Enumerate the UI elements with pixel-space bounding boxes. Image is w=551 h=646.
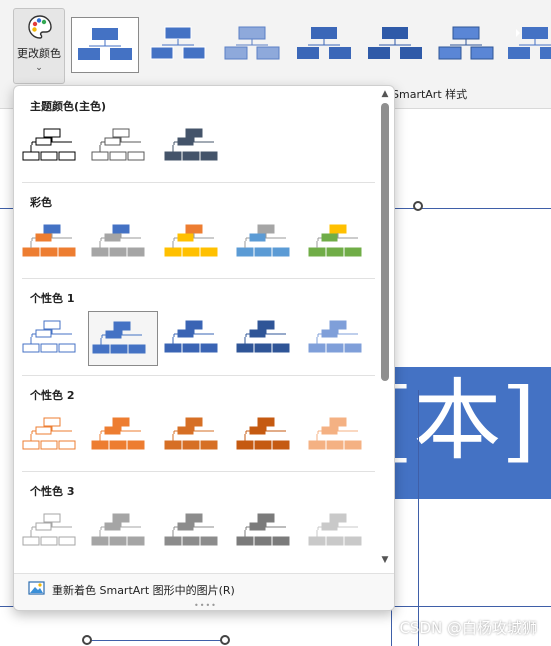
recolor-picture-icon [28, 581, 45, 595]
color-option[interactable] [88, 504, 158, 559]
org-chart-icon [22, 320, 76, 353]
smartart-styles-group-label: SmartArt 样式 [392, 88, 468, 101]
org-chart-icon [22, 513, 76, 546]
connector-line [86, 640, 226, 641]
style-gallery-item-5[interactable] [362, 17, 430, 73]
color-section-title: 彩色 [30, 196, 52, 209]
style-gallery-item-2[interactable] [145, 17, 213, 73]
scroll-up-arrow-icon[interactable]: ▲ [378, 88, 392, 100]
color-option[interactable] [88, 311, 158, 366]
section-separator [22, 182, 375, 183]
color-section-title: 个性色 2 [30, 389, 75, 402]
resize-grip-icon[interactable]: •••• [194, 601, 217, 610]
color-option[interactable] [305, 408, 375, 463]
color-option[interactable] [88, 408, 158, 463]
org-chart-icon [22, 224, 76, 257]
org-chart-icon [308, 320, 362, 353]
recolor-pictures-menu-item[interactable]: 重新着色 SmartArt 图形中的图片(R) [22, 577, 377, 601]
smartart-top-shape[interactable]: [本] [393, 367, 551, 499]
org-chart-icon [164, 513, 218, 546]
chevron-down-icon: ⌄ [35, 63, 43, 73]
resize-handle[interactable] [413, 201, 423, 211]
color-option[interactable] [88, 215, 158, 270]
org-chart-icon [297, 27, 351, 59]
color-option[interactable] [233, 504, 303, 559]
color-option[interactable] [305, 311, 375, 366]
org-chart-icon [91, 128, 145, 161]
color-option[interactable] [161, 408, 231, 463]
color-option[interactable] [19, 119, 89, 174]
org-chart-icon [164, 417, 218, 450]
change-colors-label: 更改颜色 [17, 47, 61, 60]
org-chart-icon [78, 28, 132, 60]
color-option[interactable] [233, 311, 303, 366]
color-option[interactable] [161, 119, 231, 174]
color-section-title: 个性色 1 [30, 292, 75, 305]
org-chart-icon [150, 26, 206, 60]
dropdown-footer: 重新着色 SmartArt 图形中的图片(R) •••• [14, 573, 394, 610]
color-option[interactable] [19, 504, 89, 559]
color-section-title: 个性色 3 [30, 485, 75, 498]
org-chart-icon [22, 128, 76, 161]
section-separator [22, 278, 375, 279]
org-chart-icon [164, 320, 218, 353]
color-option[interactable] [233, 408, 303, 463]
org-chart-icon [236, 513, 290, 546]
color-option[interactable] [161, 504, 231, 559]
org-chart-icon [236, 417, 290, 450]
change-colors-dropdown: 主题颜色(主色) 彩色个性色 1 个性色 2 个性色 3 ▲ ▼ 重新着色 Smart… [13, 85, 395, 611]
org-chart-icon [92, 321, 146, 354]
style-gallery-item-4[interactable] [291, 17, 359, 73]
shape-text: [本] [393, 369, 536, 472]
org-chart-icon [91, 224, 145, 257]
style-gallery-item-7[interactable] [502, 17, 551, 73]
connector-line [418, 390, 419, 646]
org-chart-icon [308, 417, 362, 450]
color-option[interactable] [88, 119, 158, 174]
style-gallery-item-3[interactable] [219, 17, 287, 73]
org-chart-icon [508, 27, 551, 59]
org-chart-icon [368, 27, 422, 59]
watermark: CSDN @白杨攻城狮 [399, 619, 537, 637]
recolor-pictures-label: 重新着色 SmartArt 图形中的图片(R) [52, 584, 235, 597]
change-colors-button[interactable]: 更改颜色 ⌄ [13, 8, 65, 84]
style-gallery-item-6[interactable] [433, 17, 501, 73]
palette-icon [28, 15, 52, 39]
scrollbar[interactable]: ▲ ▼ [378, 86, 392, 572]
color-option[interactable] [19, 215, 89, 270]
section-separator [22, 375, 375, 376]
scrollbar-thumb[interactable] [381, 103, 389, 381]
org-chart-icon [308, 513, 362, 546]
org-chart-icon [236, 224, 290, 257]
section-separator [22, 471, 375, 472]
org-chart-icon [236, 320, 290, 353]
org-chart-icon [22, 417, 76, 450]
org-chart-icon [91, 417, 145, 450]
resize-handle[interactable] [220, 635, 230, 645]
org-chart-icon [164, 128, 218, 161]
resize-handle[interactable] [82, 635, 92, 645]
org-chart-icon [164, 224, 218, 257]
org-chart-icon [308, 224, 362, 257]
color-option[interactable] [233, 215, 303, 270]
color-option[interactable] [161, 311, 231, 366]
color-option[interactable] [19, 311, 89, 366]
color-option[interactable] [305, 215, 375, 270]
color-option[interactable] [305, 504, 375, 559]
color-section-title: 主题颜色(主色) [30, 100, 107, 113]
org-chart-icon [224, 26, 280, 60]
color-option[interactable] [161, 215, 231, 270]
color-option[interactable] [19, 408, 89, 463]
org-chart-icon [91, 513, 145, 546]
org-chart-icon [438, 26, 494, 60]
style-gallery-item-1[interactable] [71, 17, 139, 73]
scroll-down-arrow-icon[interactable]: ▼ [378, 554, 392, 566]
